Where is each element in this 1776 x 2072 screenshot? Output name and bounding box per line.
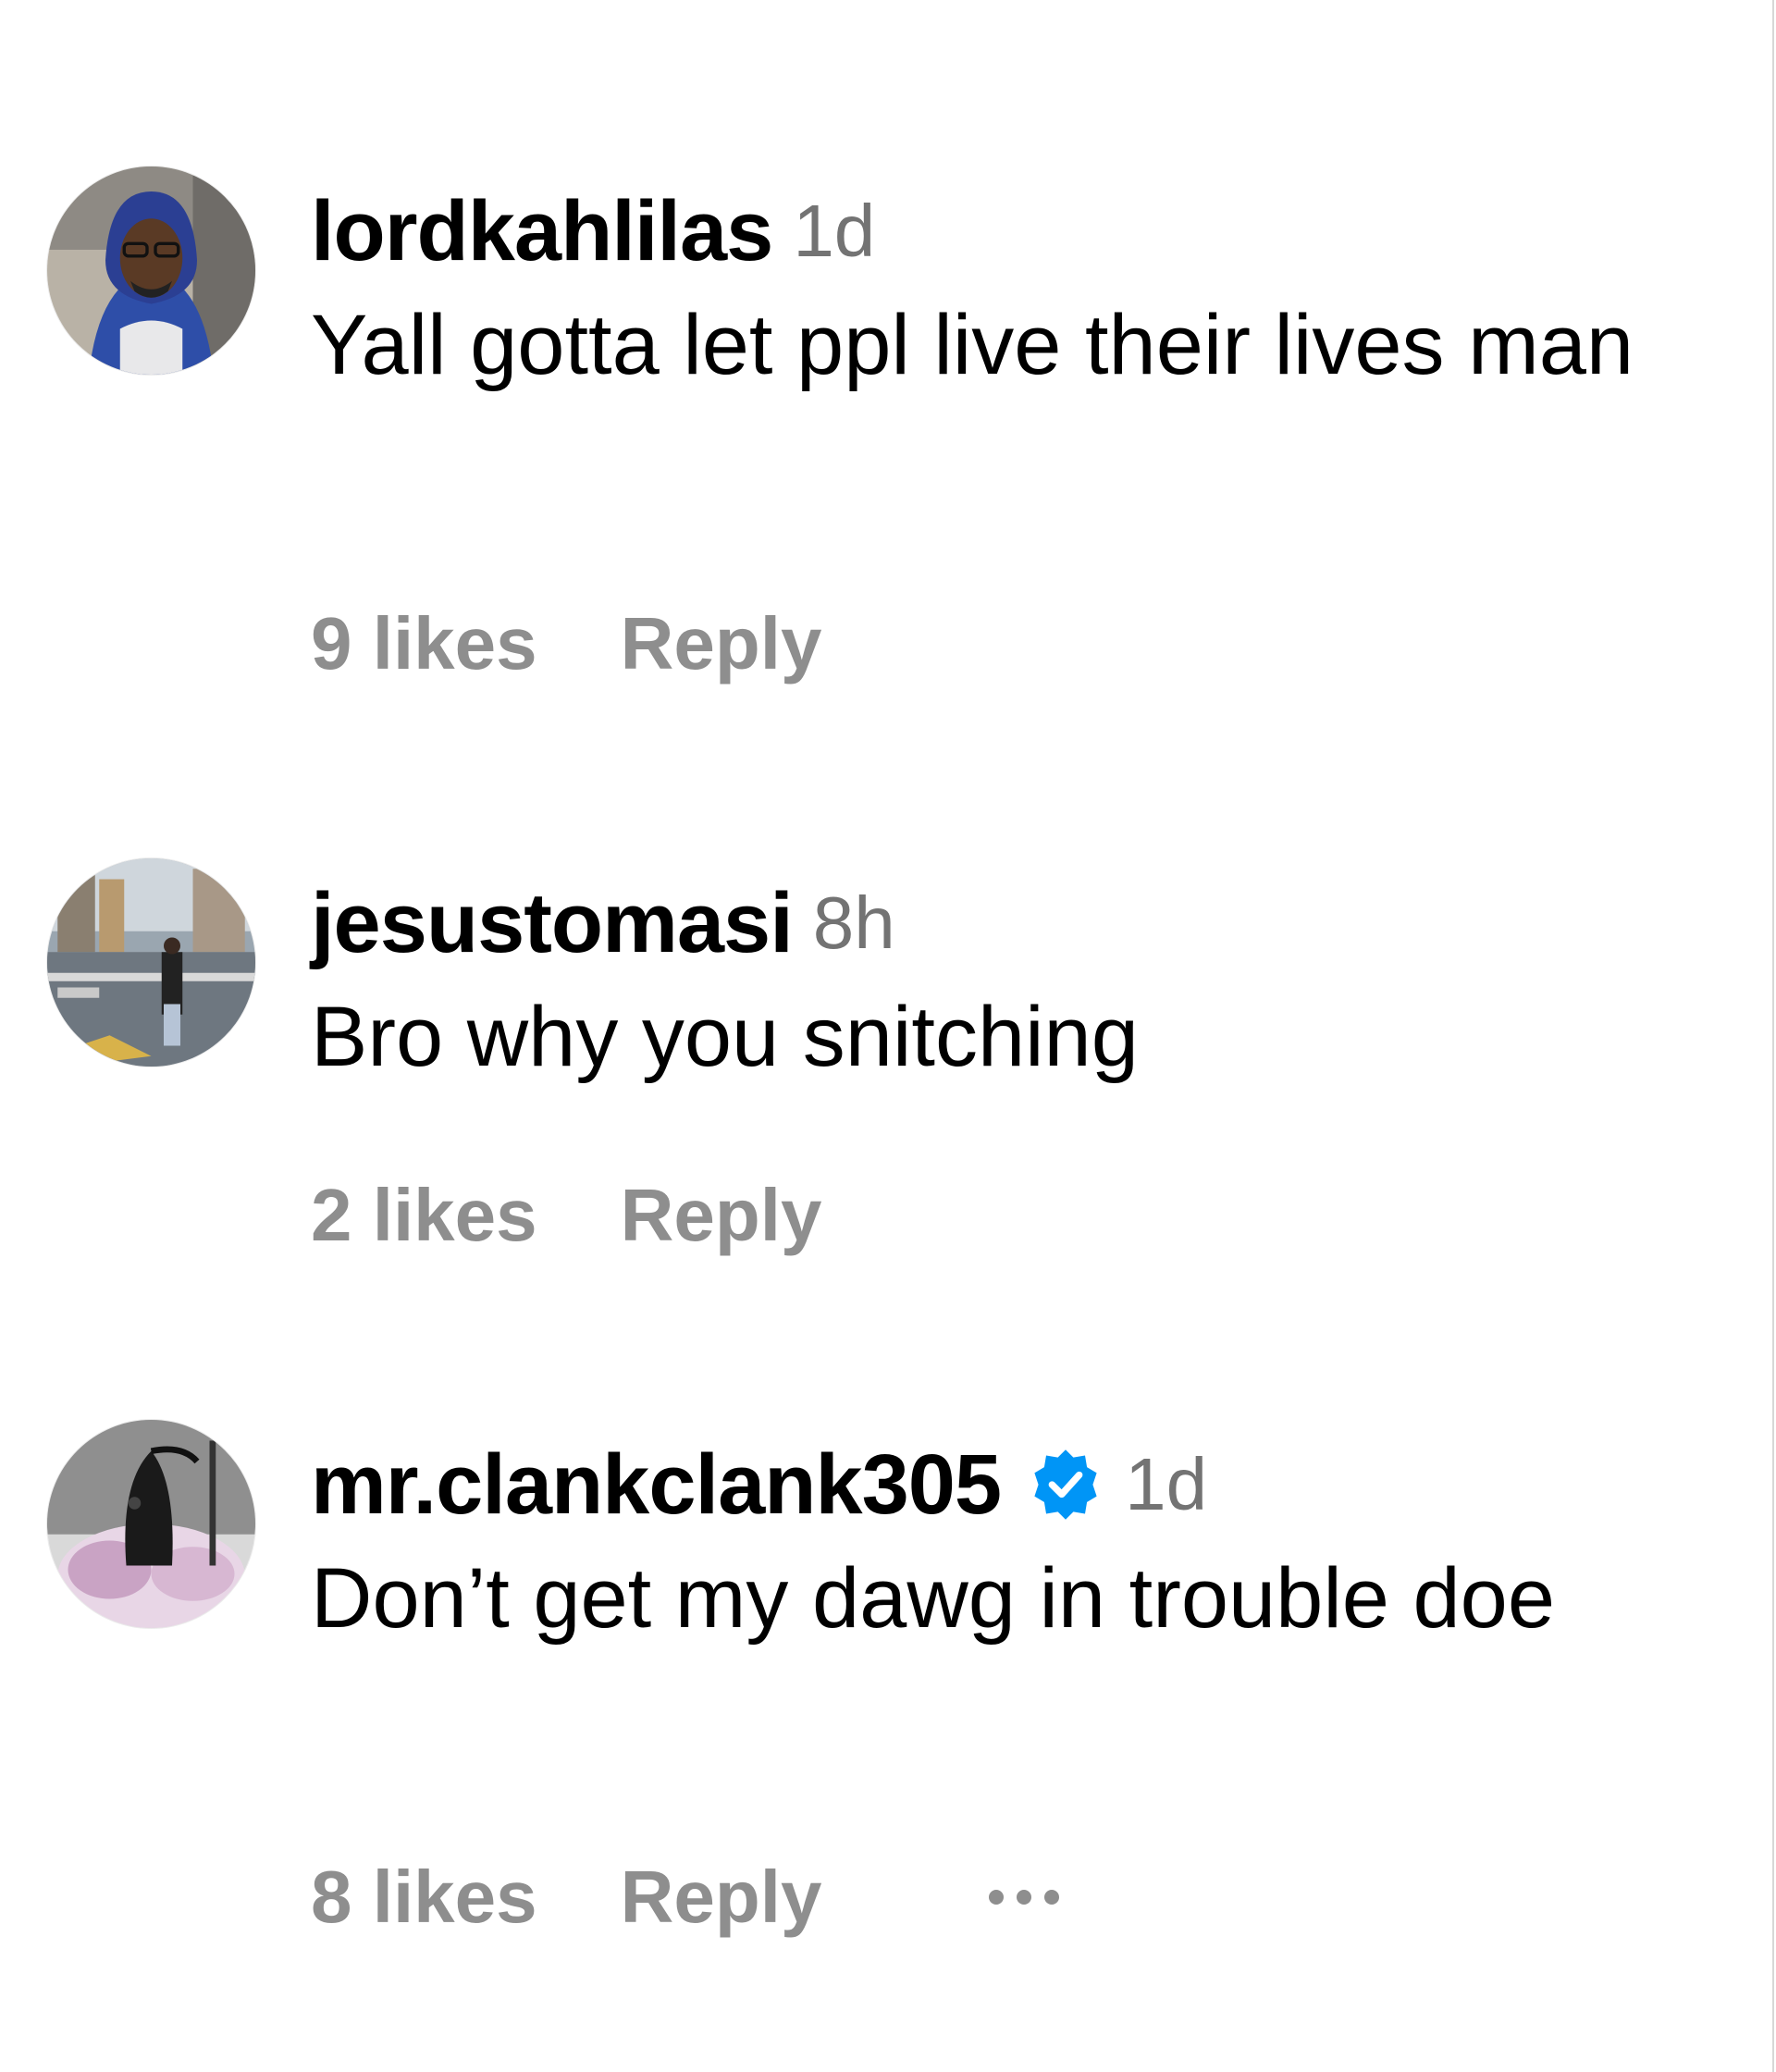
comment-header: lordkahlilas 1d xyxy=(311,183,1758,280)
verified-badge-icon xyxy=(1027,1446,1104,1523)
timestamp: 1d xyxy=(793,190,876,272)
avatar[interactable] xyxy=(47,858,255,1067)
reply-button[interactable]: Reply xyxy=(621,601,822,686)
likes-count[interactable]: 9 likes xyxy=(311,601,537,686)
avatar[interactable] xyxy=(47,166,255,375)
comment-text: Don’t get my dawg in trouble doe xyxy=(311,1551,1556,1646)
comment-actions: 8 likes Reply xyxy=(311,1855,1059,1940)
avatar[interactable] xyxy=(47,1420,255,1628)
comments-page: lordkahlilas 1d Yall gotta let ppl live … xyxy=(0,0,1774,2072)
comment-text: Yall gotta let ppl live their lives man xyxy=(311,298,1634,392)
comment-actions: 2 likes Reply xyxy=(311,1173,822,1258)
timestamp: 1d xyxy=(1125,1443,1208,1525)
more-options-icon[interactable] xyxy=(988,1890,1059,1905)
comment-text: Bro why you snitching xyxy=(311,990,1139,1084)
timestamp: 8h xyxy=(812,882,895,964)
reply-button[interactable]: Reply xyxy=(621,1173,822,1258)
comment-header: mr.clankclank305 1d xyxy=(311,1437,1758,1534)
username[interactable]: lordkahlilas xyxy=(311,183,773,280)
username[interactable]: jesustomasi xyxy=(311,875,794,972)
comment-actions: 9 likes Reply xyxy=(311,601,822,686)
reply-button[interactable]: Reply xyxy=(621,1855,822,1940)
username[interactable]: mr.clankclank305 xyxy=(311,1437,1002,1534)
likes-count[interactable]: 8 likes xyxy=(311,1855,537,1940)
comment-header: jesustomasi 8h xyxy=(311,875,1758,972)
likes-count[interactable]: 2 likes xyxy=(311,1173,537,1258)
